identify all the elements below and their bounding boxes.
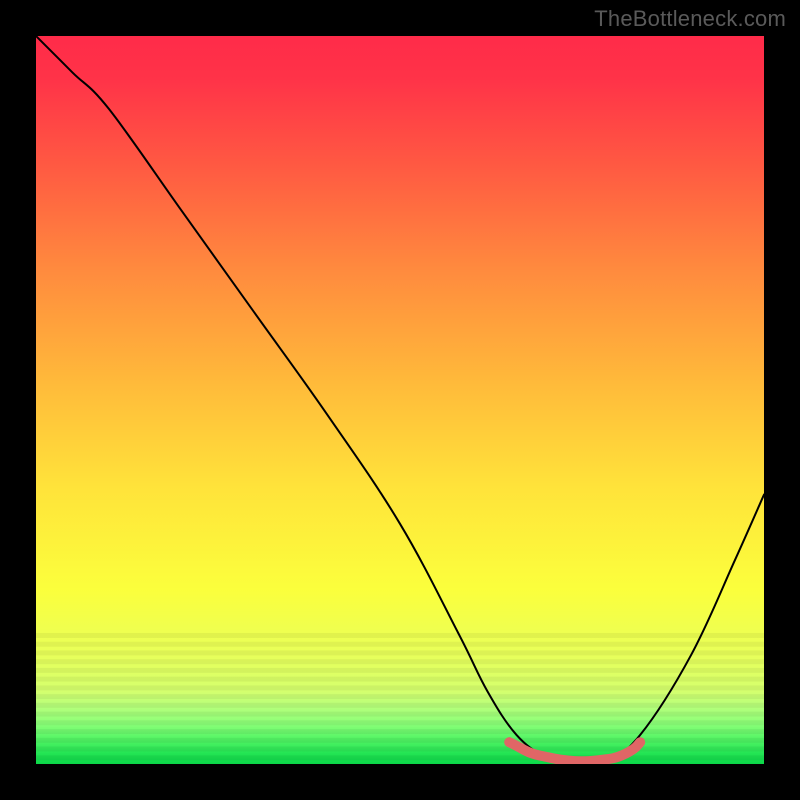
stripe-overlay bbox=[36, 633, 764, 764]
chart-frame bbox=[36, 36, 764, 764]
watermark-text: TheBottleneck.com bbox=[594, 6, 786, 32]
bottleneck-chart bbox=[36, 36, 764, 764]
